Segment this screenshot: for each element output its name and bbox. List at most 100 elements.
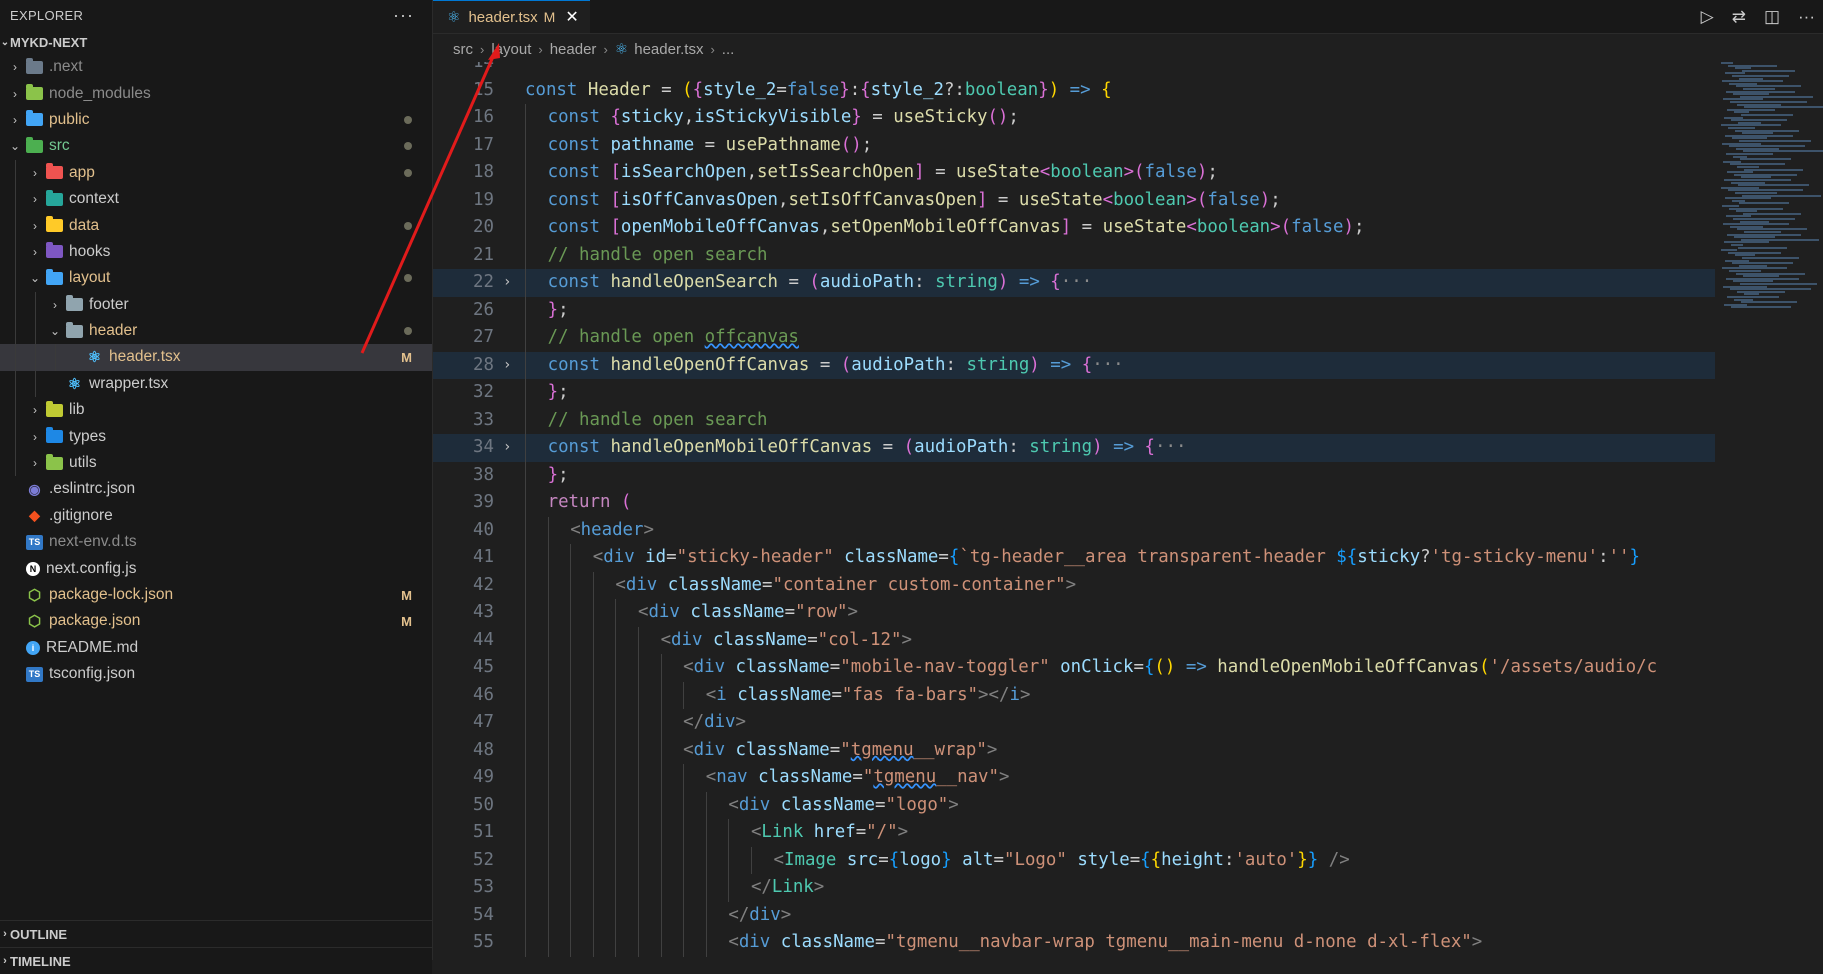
- tree-item[interactable]: ›⚛header.tsxM: [0, 344, 432, 371]
- breadcrumb-header[interactable]: header: [550, 41, 597, 58]
- code-line[interactable]: 47 </div>: [433, 709, 1715, 737]
- tree-item[interactable]: › types: [0, 423, 432, 450]
- timeline-section[interactable]: › TIMELINE: [0, 947, 432, 974]
- tree-item[interactable]: ›⬡package-lock.jsonM: [0, 582, 432, 608]
- tree-item[interactable]: › footer: [0, 291, 432, 318]
- code-text: const handleOpenSearch = (audioPath: str…: [525, 269, 1092, 297]
- code-line[interactable]: 44 <div className="col-12">: [433, 626, 1715, 654]
- chevron-right-icon: ›: [480, 41, 485, 57]
- indent-guide: [637, 626, 661, 654]
- code-line[interactable]: 48 <div className="tgmenu__wrap">: [433, 736, 1715, 764]
- code-line[interactable]: 50 <div className="logo">: [433, 791, 1715, 819]
- code-line[interactable]: 20 const [openMobileOffCanvas,setOpenMobi…: [433, 214, 1715, 242]
- code-text: const [isOffCanvasOpen,setIsOffCanvasOpe…: [525, 186, 1281, 214]
- code-line[interactable]: 55 <div className="tgmenu__navbar-wrap tg…: [433, 929, 1715, 957]
- tree-item[interactable]: ›iREADME.md: [0, 635, 432, 661]
- code-line[interactable]: 40 <header>: [433, 516, 1715, 544]
- code-line[interactable]: 42 <div className="container custom-conta…: [433, 571, 1715, 599]
- tree-item[interactable]: ›TStsconfig.json: [0, 661, 432, 687]
- tree-item[interactable]: › lib: [0, 397, 432, 424]
- code-line[interactable]: 52 <Image src={logo} alt="Logo" style={{h…: [433, 846, 1715, 874]
- code-line[interactable]: 39 return (: [433, 489, 1715, 517]
- compare-changes-icon[interactable]: ⇄: [1732, 7, 1746, 27]
- indent-guide: [570, 654, 593, 682]
- code-line[interactable]: 19 const [isOffCanvasOpen,setIsOffCanvasO…: [433, 186, 1715, 214]
- outline-section[interactable]: › OUTLINE: [0, 920, 432, 947]
- tree-item[interactable]: › node_modules: [0, 80, 432, 106]
- indent-guide: [637, 791, 661, 819]
- indent-guide: [637, 901, 661, 929]
- workspace-root[interactable]: ⌄ MYKD-NEXT: [0, 30, 432, 54]
- code-line[interactable]: 38};: [433, 461, 1715, 489]
- more-actions-icon[interactable]: ···: [1798, 7, 1815, 27]
- code-line[interactable]: 17 const pathname = usePathname();: [433, 131, 1715, 159]
- chevron-right-icon: ›: [13, 86, 17, 101]
- code-line[interactable]: 49 <nav className="tgmenu__nav">: [433, 764, 1715, 792]
- minimap[interactable]: [1715, 62, 1823, 960]
- breadcrumb-src[interactable]: src: [453, 41, 473, 58]
- code-line[interactable]: 26};: [433, 296, 1715, 324]
- tree-item[interactable]: ⌄ layout: [0, 265, 432, 292]
- code-line[interactable]: 28 › const handleOpenOffCanvas = (audioPat…: [433, 351, 1715, 380]
- code-text: const pathname = usePathname();: [525, 131, 872, 159]
- tree-item[interactable]: ›⚛wrapper.tsx: [0, 370, 432, 398]
- code-line[interactable]: 27 // handle open offcanvas: [433, 324, 1715, 352]
- code-editor[interactable]: 14 15 const Header = ({style_2=false}:{sty…: [433, 62, 1715, 960]
- code-text: <Link href="/">: [525, 819, 908, 847]
- split-editor-icon[interactable]: ◫: [1764, 7, 1780, 27]
- code-line[interactable]: 46 <i className="fas fa-bars"></i>: [433, 681, 1715, 709]
- indent-guide: [570, 764, 593, 792]
- fold-chevron-icon[interactable]: ›: [503, 434, 511, 462]
- fold-chevron-icon[interactable]: ›: [503, 269, 511, 297]
- tree-item[interactable]: ⌄ src: [0, 133, 432, 159]
- code-line[interactable]: 21 // handle open search: [433, 241, 1715, 269]
- code-line[interactable]: 33 // handle open search: [433, 406, 1715, 434]
- indent-guide: [525, 104, 548, 132]
- tree-item[interactable]: › data: [0, 212, 432, 239]
- code-line[interactable]: 41 <div id="sticky-header" className={`tg…: [433, 544, 1715, 572]
- run-icon[interactable]: ▷: [1701, 7, 1714, 27]
- line-number: 19: [473, 189, 494, 210]
- code-line[interactable]: 14: [433, 62, 1715, 77]
- more-actions-icon[interactable]: ···: [393, 5, 414, 26]
- indent-guide: [683, 791, 706, 819]
- tree-item[interactable]: › app: [0, 159, 432, 186]
- tree-item[interactable]: ›Nnext.config.js: [0, 555, 432, 581]
- indent-guide: [728, 874, 751, 902]
- code-line[interactable]: 51 <Link href="/">: [433, 819, 1715, 847]
- chevron-right-icon: ›: [33, 403, 37, 418]
- tree-item[interactable]: › hooks: [0, 238, 432, 266]
- tree-item[interactable]: ›◆.gitignore: [0, 503, 432, 529]
- tree-item[interactable]: ⌄ header: [0, 317, 432, 345]
- code-line[interactable]: 16 const {sticky,isStickyVisible} = useSt…: [433, 104, 1715, 132]
- code-line[interactable]: 18 const [isSearchOpen,setIsSearchOpen] =…: [433, 159, 1715, 187]
- tree-item[interactable]: › .next: [0, 54, 432, 80]
- tree-item[interactable]: ›⬡package.jsonM: [0, 608, 432, 634]
- indent-guide: [637, 874, 661, 902]
- indent-guide: [547, 846, 571, 874]
- code-line[interactable]: 54 </div>: [433, 901, 1715, 929]
- tree-item[interactable]: › utils: [0, 449, 432, 477]
- code-line[interactable]: 43 <div className="row">: [433, 599, 1715, 627]
- line-number: 49: [473, 767, 494, 787]
- breadcrumb-file[interactable]: header.tsx: [634, 41, 703, 58]
- indent-guide: [15, 212, 16, 239]
- code-line[interactable]: 53 </Link>: [433, 874, 1715, 902]
- fold-chevron-icon[interactable]: ›: [503, 352, 511, 380]
- tree-item[interactable]: ›TSnext-env.d.ts: [0, 529, 432, 555]
- tree-item[interactable]: › public: [0, 107, 432, 133]
- breadcrumb-layout[interactable]: layout: [491, 41, 531, 58]
- code-text: </Link>: [525, 874, 824, 902]
- code-line[interactable]: 34 › const handleOpenMobileOffCanvas = (au…: [433, 434, 1715, 462]
- code-line[interactable]: 32};: [433, 379, 1715, 407]
- folder-next-icon: [26, 57, 43, 74]
- close-icon[interactable]: ✕: [565, 7, 578, 27]
- code-line[interactable]: 15 const Header = ({style_2=false}:{style…: [433, 77, 1715, 105]
- tab-header-tsx[interactable]: ⚛ header.tsx M ✕: [433, 0, 590, 33]
- breadcrumb-symbols[interactable]: ...: [722, 41, 735, 58]
- tree-item[interactable]: › context: [0, 185, 432, 213]
- code-line[interactable]: 45 <div className="mobile-nav-toggler" on…: [433, 654, 1715, 682]
- tree-item-label: tsconfig.json: [49, 665, 136, 683]
- tree-item[interactable]: ›◉.eslintrc.json: [0, 476, 432, 502]
- code-line[interactable]: 22 › const handleOpenSearch = (audioPath: …: [433, 269, 1715, 297]
